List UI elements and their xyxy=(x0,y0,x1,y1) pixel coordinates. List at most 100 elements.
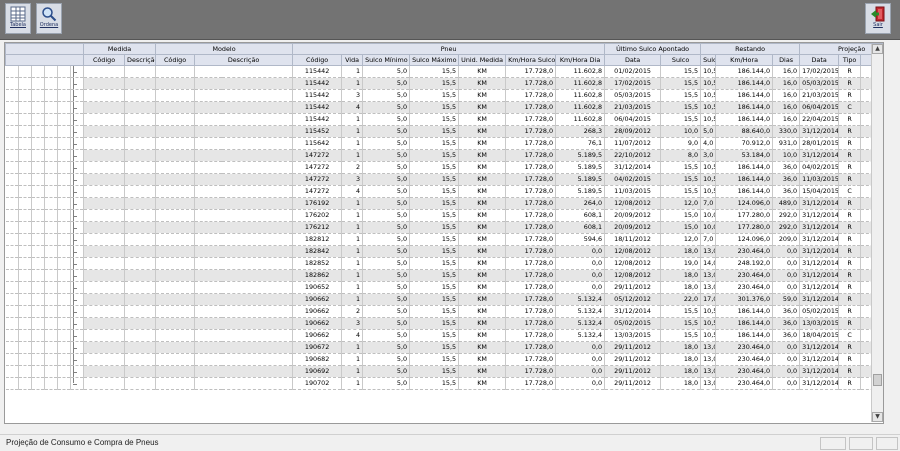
cell-sulco-minimo: 5,0 xyxy=(362,101,411,114)
cell-vida: 2 xyxy=(341,161,364,174)
col-modelo-codigo[interactable]: Código xyxy=(155,54,196,66)
table-row[interactable]: 182842 1 5,0 15,5 KM 17.728,0 0,0 12/08/2012 18,… xyxy=(5,245,883,258)
cell-restando-sulco: 13,0 xyxy=(700,269,717,282)
table-row[interactable]: 182862 1 5,0 15,5 KM 17.728,0 0,0 12/08/2012 18,… xyxy=(5,269,883,282)
tree-indent-cell xyxy=(31,77,45,90)
table-row[interactable]: 115442 4 5,0 15,5 KM 17.728,0 11.602,8 21/03/20… xyxy=(5,101,883,114)
col-sulco-maximo[interactable]: Sulco Máximo xyxy=(409,54,460,66)
tree-indent-cell xyxy=(57,257,71,270)
cell-vida: 4 xyxy=(341,185,364,198)
col-projecao-data[interactable]: Data xyxy=(799,54,840,66)
table-row[interactable]: 190672 1 5,0 15,5 KM 17.728,0 0,0 29/11/2012 18,… xyxy=(5,341,883,354)
cell-restando-kmh: 186.144,0 xyxy=(715,173,774,186)
col-restando-sulco[interactable]: Sulco xyxy=(700,54,717,66)
col-sulco-minimo[interactable]: Sulco Mínimo xyxy=(362,54,411,66)
cell-medida-codigo xyxy=(83,269,126,282)
cell-restando-dias: 36,0 xyxy=(772,329,801,342)
tree-indent-cell xyxy=(31,329,45,342)
ordena-button[interactable]: Ordena xyxy=(36,3,62,34)
col-medida-codigo[interactable]: Código xyxy=(83,54,126,66)
cell-medida-codigo xyxy=(83,281,126,294)
cell-ultimo-data: 29/11/2012 xyxy=(604,281,662,294)
cell-projecao-tipo: R xyxy=(838,197,862,210)
col-ultimo-sulco[interactable]: Sulco xyxy=(660,54,702,66)
cell-projecao-tipo: R xyxy=(838,377,862,390)
table-row[interactable]: 147272 1 5,0 15,5 KM 17.728,0 5.189,5 22/10/201… xyxy=(5,149,883,162)
cell-medida-descricao xyxy=(124,137,157,150)
table-row[interactable]: 115442 1 5,0 15,5 KM 17.728,0 11.602,8 01/02/20… xyxy=(5,65,883,78)
table-row[interactable]: 147272 2 5,0 15,5 KM 17.728,0 5.189,5 31/12/201… xyxy=(5,161,883,174)
cell-medida-codigo xyxy=(83,101,126,114)
table-row[interactable]: 190702 1 5,0 15,5 KM 17.728,0 0,0 29/11/2012 18,… xyxy=(5,377,883,390)
table-row[interactable]: 176212 1 5,0 15,5 KM 17.728,0 608,1 20/09/2012 1… xyxy=(5,221,883,234)
tree-indent-cell xyxy=(31,257,45,270)
cell-restando-sulco: 5,0 xyxy=(700,125,717,138)
cell-ultimo-data: 12/08/2012 xyxy=(604,197,662,210)
cell-modelo-descricao xyxy=(194,281,294,294)
col-kmh-dia[interactable]: Km/Hora Dia xyxy=(555,54,606,66)
cell-medida-codigo xyxy=(83,341,126,354)
tree-indent-cell xyxy=(18,137,32,150)
table-row[interactable]: 190662 2 5,0 15,5 KM 17.728,0 5.132,4 31/12/201… xyxy=(5,305,883,318)
cell-kmh-sulco: 17.728,0 xyxy=(505,125,557,138)
cell-restando-kmh: 177.280,0 xyxy=(715,221,774,234)
cell-modelo-codigo xyxy=(155,149,196,162)
col-restando-kmh[interactable]: Km/Hora xyxy=(715,54,774,66)
table-row[interactable]: 176192 1 5,0 15,5 KM 17.728,0 264,0 12/08/2012 1… xyxy=(5,197,883,210)
cell-kmh-sulco: 17.728,0 xyxy=(505,341,557,354)
table-row[interactable]: 182812 1 5,0 15,5 KM 17.728,0 594,6 18/11/2012 1… xyxy=(5,233,883,246)
col-modelo-descricao[interactable]: Descrição xyxy=(194,54,294,66)
cell-sulco-maximo: 15,5 xyxy=(409,221,460,234)
cell-sulco-maximo: 15,5 xyxy=(409,173,460,186)
col-restando-dias[interactable]: Dias xyxy=(772,54,801,66)
arrow-up-icon[interactable]: ▲ xyxy=(872,44,883,54)
table-row[interactable]: 176202 1 5,0 15,5 KM 17.728,0 608,1 20/09/2012 1… xyxy=(5,209,883,222)
table-row[interactable]: 147272 4 5,0 15,5 KM 17.728,0 5.189,5 11/03/201… xyxy=(5,185,883,198)
cell-ultimo-sulco: 18,0 xyxy=(660,377,702,390)
tree-indent-cell xyxy=(44,245,58,258)
col-medida-descricao[interactable]: Descrição xyxy=(124,54,157,66)
col-unid-medida[interactable]: Unid. Medida xyxy=(458,54,507,66)
table-row[interactable]: 147272 3 5,0 15,5 KM 17.728,0 5.189,5 04/02/201… xyxy=(5,173,883,186)
vertical-scrollbar[interactable]: ▲ ▼ xyxy=(871,44,883,422)
cell-unid-medida: KM xyxy=(458,233,507,246)
col-vida[interactable]: Vida xyxy=(341,54,364,66)
table-row[interactable]: 190652 1 5,0 15,5 KM 17.728,0 0,0 29/11/2012 18,… xyxy=(5,281,883,294)
arrow-down-icon[interactable]: ▼ xyxy=(872,412,883,422)
table-row[interactable]: 115442 1 5,0 15,5 KM 17.728,0 11.602,8 17/02/20… xyxy=(5,77,883,90)
cell-sulco-maximo: 15,5 xyxy=(409,125,460,138)
table-row[interactable]: 115442 1 5,0 15,5 KM 17.728,0 11.602,8 06/04/20… xyxy=(5,113,883,126)
cell-pneu-codigo: 190662 xyxy=(292,305,343,318)
ordena-label: Ordena xyxy=(39,22,59,28)
col-projecao-tipo[interactable]: Tipo xyxy=(838,54,862,66)
cell-sulco-maximo: 15,5 xyxy=(409,377,460,390)
cell-restando-kmh: 186.144,0 xyxy=(715,101,774,114)
cell-restando-sulco: 10,5 xyxy=(700,89,717,102)
table-row[interactable]: 190692 1 5,0 15,5 KM 17.728,0 0,0 29/11/2012 18,… xyxy=(5,365,883,378)
col-pneu-codigo[interactable]: Código xyxy=(292,54,343,66)
tree-indent-cell xyxy=(31,161,45,174)
col-kmh-sulco[interactable]: Km/Hora Sulco xyxy=(505,54,557,66)
tree-indent-cell xyxy=(5,257,19,270)
table-row[interactable]: 115442 3 5,0 15,5 KM 17.728,0 11.602,8 05/03/20… xyxy=(5,89,883,102)
table-row[interactable]: 190682 1 5,0 15,5 KM 17.728,0 0,0 29/11/2012 18,… xyxy=(5,353,883,366)
table-row[interactable]: 182852 1 5,0 15,5 KM 17.728,0 0,0 12/08/2012 19,… xyxy=(5,257,883,270)
table-row[interactable]: 190662 4 5,0 15,5 KM 17.728,0 5.132,4 13/03/201… xyxy=(5,329,883,342)
table-row[interactable]: 115452 1 5,0 15,5 KM 17.728,0 268,3 28/09/2012 1… xyxy=(5,125,883,138)
scrollbar-thumb[interactable] xyxy=(873,374,882,386)
cell-sulco-minimo: 5,0 xyxy=(362,269,411,282)
cell-projecao-data: 31/12/2014 xyxy=(799,257,840,270)
cell-projecao-data: 31/12/2014 xyxy=(799,245,840,258)
tree-indent-cell xyxy=(5,293,19,306)
cell-medida-descricao xyxy=(124,329,157,342)
sair-button[interactable]: Sair xyxy=(865,3,891,34)
tree-indent-cell xyxy=(18,149,32,162)
cell-vida: 2 xyxy=(341,305,364,318)
cell-ultimo-data: 04/02/2015 xyxy=(604,173,662,186)
cell-medida-descricao xyxy=(124,341,157,354)
table-row[interactable]: 190662 1 5,0 15,5 KM 17.728,0 5.132,4 05/12/201… xyxy=(5,293,883,306)
col-ultimo-data[interactable]: Data xyxy=(604,54,662,66)
table-row[interactable]: 115642 1 5,0 15,5 KM 17.728,0 76,1 11/07/2012 9,… xyxy=(5,137,883,150)
table-row[interactable]: 190662 3 5,0 15,5 KM 17.728,0 5.132,4 05/02/201… xyxy=(5,317,883,330)
tabela-button[interactable]: Tabela xyxy=(5,3,31,34)
